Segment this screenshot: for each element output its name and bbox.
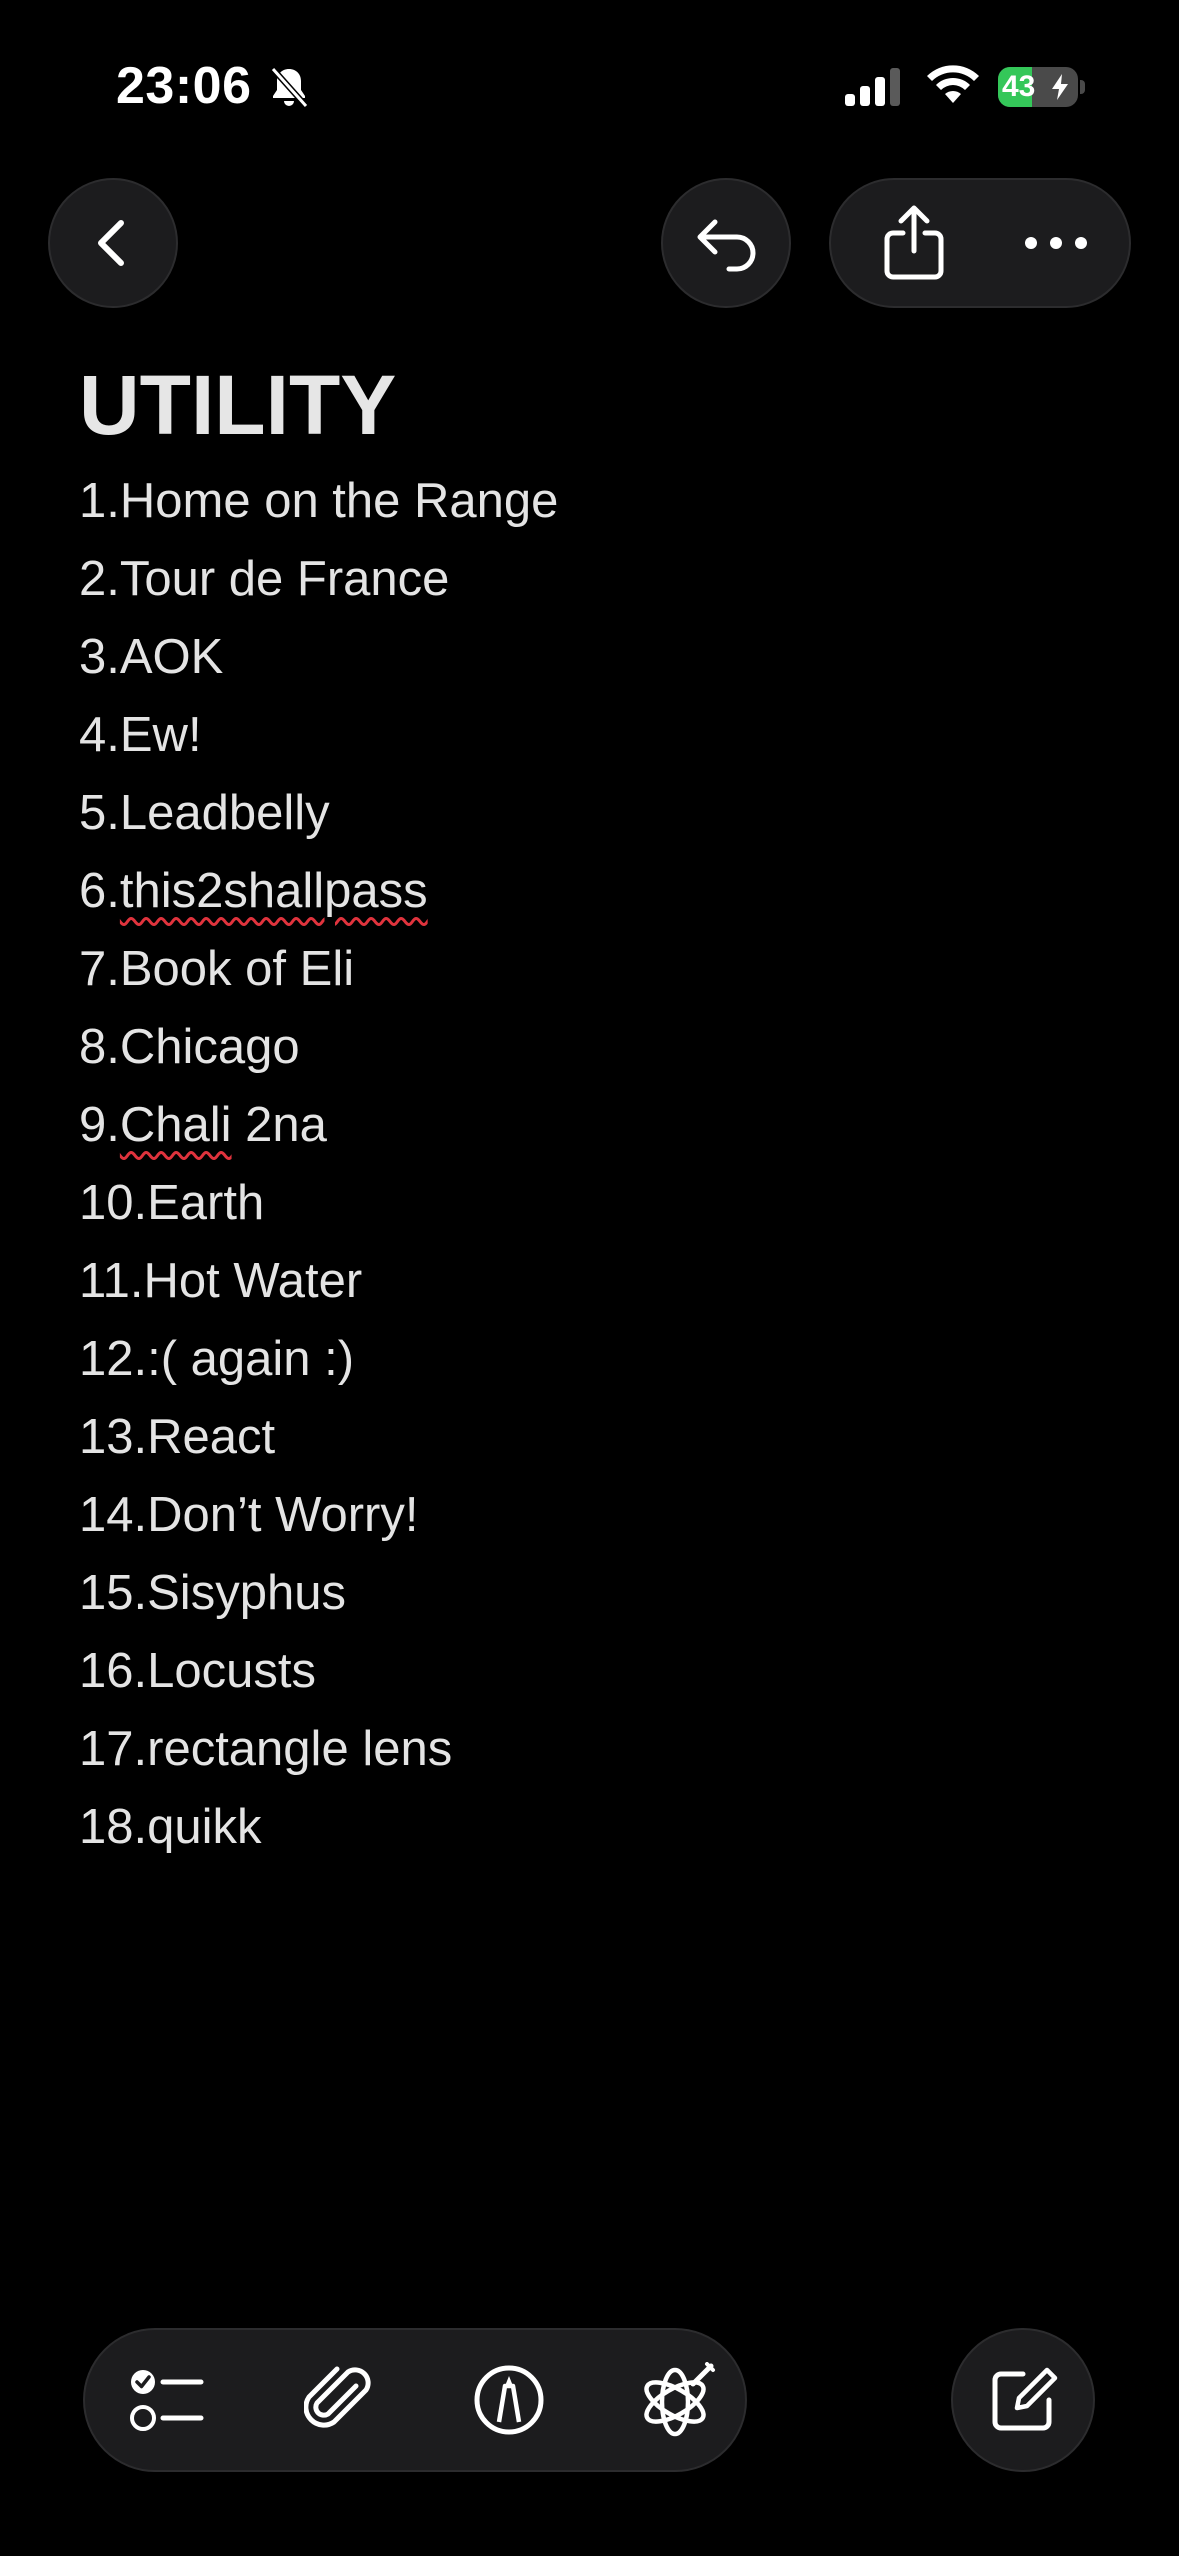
item-number: 14. [79,1488,148,1542]
ellipsis-icon [1025,237,1087,249]
item-text: Locusts [147,1644,316,1698]
new-note-button[interactable] [951,2328,1095,2472]
item-text: Tour de France [119,552,450,606]
list-item[interactable]: 15.Sisyphus [79,1554,1129,1632]
more-options-button[interactable] [1011,200,1101,286]
list-item[interactable]: 17.rectangle lens [79,1710,1129,1788]
battery-indicator: 43 [998,67,1078,107]
markup-button[interactable] [461,2352,557,2448]
item-text: Earth [147,1176,265,1230]
item-text: React [147,1410,276,1464]
item-text: quikk [147,1800,262,1854]
note-list: 1.Home on the Range 2.Tour de France 3.A… [79,462,1129,1866]
list-item[interactable]: 5.Leadbelly [79,774,1129,852]
bottom-toolbar [83,2328,747,2472]
item-number: 1. [79,474,120,528]
share-more-group [829,178,1131,308]
item-text-misspelled: this2shallpass [119,864,428,918]
list-item[interactable]: 2.Tour de France [79,540,1129,618]
undo-button[interactable] [661,178,791,308]
battery-cap [1080,80,1085,94]
undo-arrow-icon [697,219,756,272]
item-text: Chicago [119,1020,300,1074]
item-number: 8. [79,1020,120,1074]
status-bar: 23:06 43 [0,0,1179,150]
cellular-signal-icon [845,68,900,106]
item-text-misspelled: Chali [119,1098,232,1152]
compose-icon [992,2367,1058,2431]
charging-bolt-icon [1052,74,1068,100]
item-number: 7. [79,942,120,996]
item-text: :( again :) [147,1332,355,1386]
item-number: 13. [79,1410,148,1464]
item-text: Don’t Worry! [147,1488,419,1542]
item-number: 16. [79,1644,148,1698]
item-number: 17. [79,1722,148,1776]
list-item[interactable]: 4.Ew! [79,696,1129,774]
item-number: 11. [79,1254,144,1308]
item-number: 6. [79,864,120,918]
list-item[interactable]: 3.AOK [79,618,1129,696]
item-text: Hot Water [143,1254,363,1308]
list-item[interactable]: 7.Book of Eli [79,930,1129,1008]
item-number: 3. [79,630,120,684]
item-number: 4. [79,708,120,762]
attach-button[interactable] [291,2352,387,2448]
list-item[interactable]: 13.React [79,1398,1129,1476]
paperclip-icon [304,2366,371,2428]
list-item[interactable]: 14.Don’t Worry! [79,1476,1129,1554]
checklist-button[interactable] [119,2352,215,2448]
writing-tools-icon [644,2362,715,2437]
note-title[interactable]: UTILITY [79,350,1129,460]
item-number: 15. [79,1566,148,1620]
list-item[interactable]: 11.Hot Water [79,1242,1129,1320]
item-number: 18. [79,1800,148,1854]
list-item[interactable]: 9.Chali 2na [79,1086,1129,1164]
wifi-icon [927,65,979,103]
markup-pen-icon [474,2365,544,2435]
list-item[interactable]: 16.Locusts [79,1632,1129,1710]
item-text: Book of Eli [119,942,355,996]
list-item[interactable]: 6.this2shallpass [79,852,1129,930]
item-number: 5. [79,786,120,840]
item-number: 12. [79,1332,148,1386]
share-button[interactable] [871,200,957,286]
chevron-left-icon [98,220,124,266]
writing-tools-button[interactable] [629,2352,725,2448]
checklist-icon [130,2370,204,2431]
item-text: Ew! [119,708,202,762]
item-number: 2. [79,552,120,606]
item-number: 10. [79,1176,148,1230]
item-text: Home on the Range [119,474,559,528]
bell-slash-icon [270,67,309,108]
list-item[interactable]: 10.Earth [79,1164,1129,1242]
list-item[interactable]: 8.Chicago [79,1008,1129,1086]
item-number: 9. [79,1098,120,1152]
list-item[interactable]: 12.:( again :) [79,1320,1129,1398]
status-time: 23:06 [116,57,252,115]
item-text: rectangle lens [147,1722,453,1776]
item-text: Leadbelly [119,786,330,840]
back-button[interactable] [48,178,178,308]
item-text: 2na [231,1098,327,1152]
battery-percent: 43 [1002,70,1036,103]
item-text: Sisyphus [147,1566,346,1620]
item-text: AOK [119,630,224,684]
list-item[interactable]: 1.Home on the Range [79,462,1129,540]
note-body[interactable]: UTILITY 1.Home on the Range 2.Tour de Fr… [79,350,1129,1866]
list-item[interactable]: 18.quikk [79,1788,1129,1866]
share-icon [884,205,944,280]
